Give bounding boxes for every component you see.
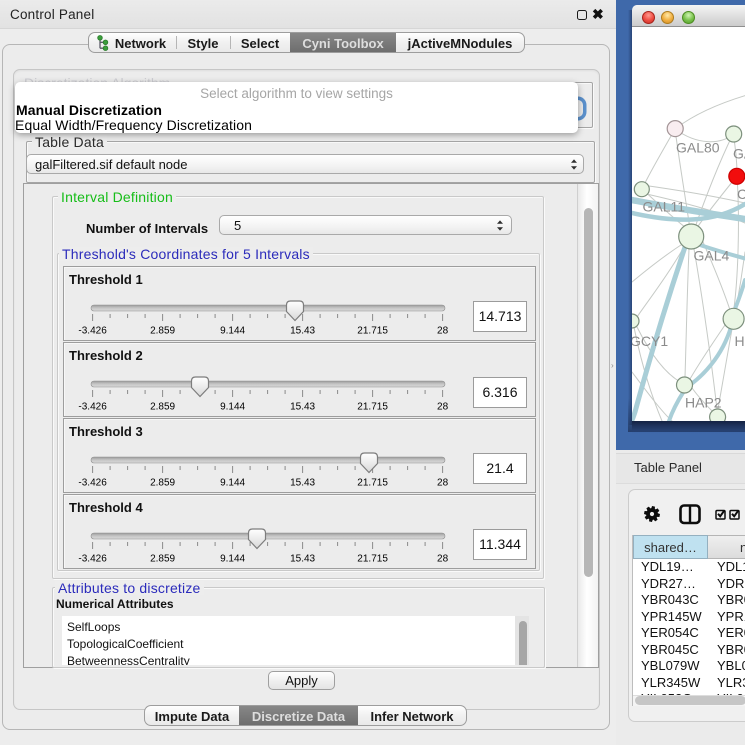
svg-text:H: H xyxy=(735,333,745,349)
svg-text:2.859: 2.859 xyxy=(150,478,175,489)
svg-text:-3.426: -3.426 xyxy=(78,554,107,565)
svg-text:21.715: 21.715 xyxy=(357,326,388,337)
svg-text:15.43: 15.43 xyxy=(290,554,315,565)
svg-text:C: C xyxy=(737,186,745,202)
svg-text:15.43: 15.43 xyxy=(290,478,315,489)
svg-text:9.144: 9.144 xyxy=(220,478,245,489)
svg-text:GAL11: GAL11 xyxy=(643,199,686,215)
svg-text:2.859: 2.859 xyxy=(150,554,175,565)
svg-text:28: 28 xyxy=(437,478,449,489)
svg-text:2.859: 2.859 xyxy=(150,402,175,413)
svg-text:9.144: 9.144 xyxy=(220,402,245,413)
svg-text:15.43: 15.43 xyxy=(290,326,315,337)
svg-text:21.715: 21.715 xyxy=(357,554,388,565)
svg-text:21.715: 21.715 xyxy=(357,402,388,413)
svg-text:-3.426: -3.426 xyxy=(78,402,107,413)
svg-text:-3.426: -3.426 xyxy=(78,478,107,489)
svg-text:2.859: 2.859 xyxy=(150,326,175,337)
svg-text:HAP2: HAP2 xyxy=(685,395,722,411)
svg-text:28: 28 xyxy=(437,402,449,413)
svg-text:28: 28 xyxy=(437,554,449,565)
svg-text:GA: GA xyxy=(733,146,745,162)
svg-text:21.715: 21.715 xyxy=(357,478,388,489)
svg-text:9.144: 9.144 xyxy=(220,554,245,565)
svg-text:GCY1: GCY1 xyxy=(632,333,668,349)
svg-text:15.43: 15.43 xyxy=(290,402,315,413)
svg-text:9.144: 9.144 xyxy=(220,326,245,337)
svg-text:GAL80: GAL80 xyxy=(676,140,720,156)
svg-text:-3.426: -3.426 xyxy=(78,326,107,337)
svg-text:28: 28 xyxy=(437,326,449,337)
svg-text:GAL4: GAL4 xyxy=(694,248,730,264)
